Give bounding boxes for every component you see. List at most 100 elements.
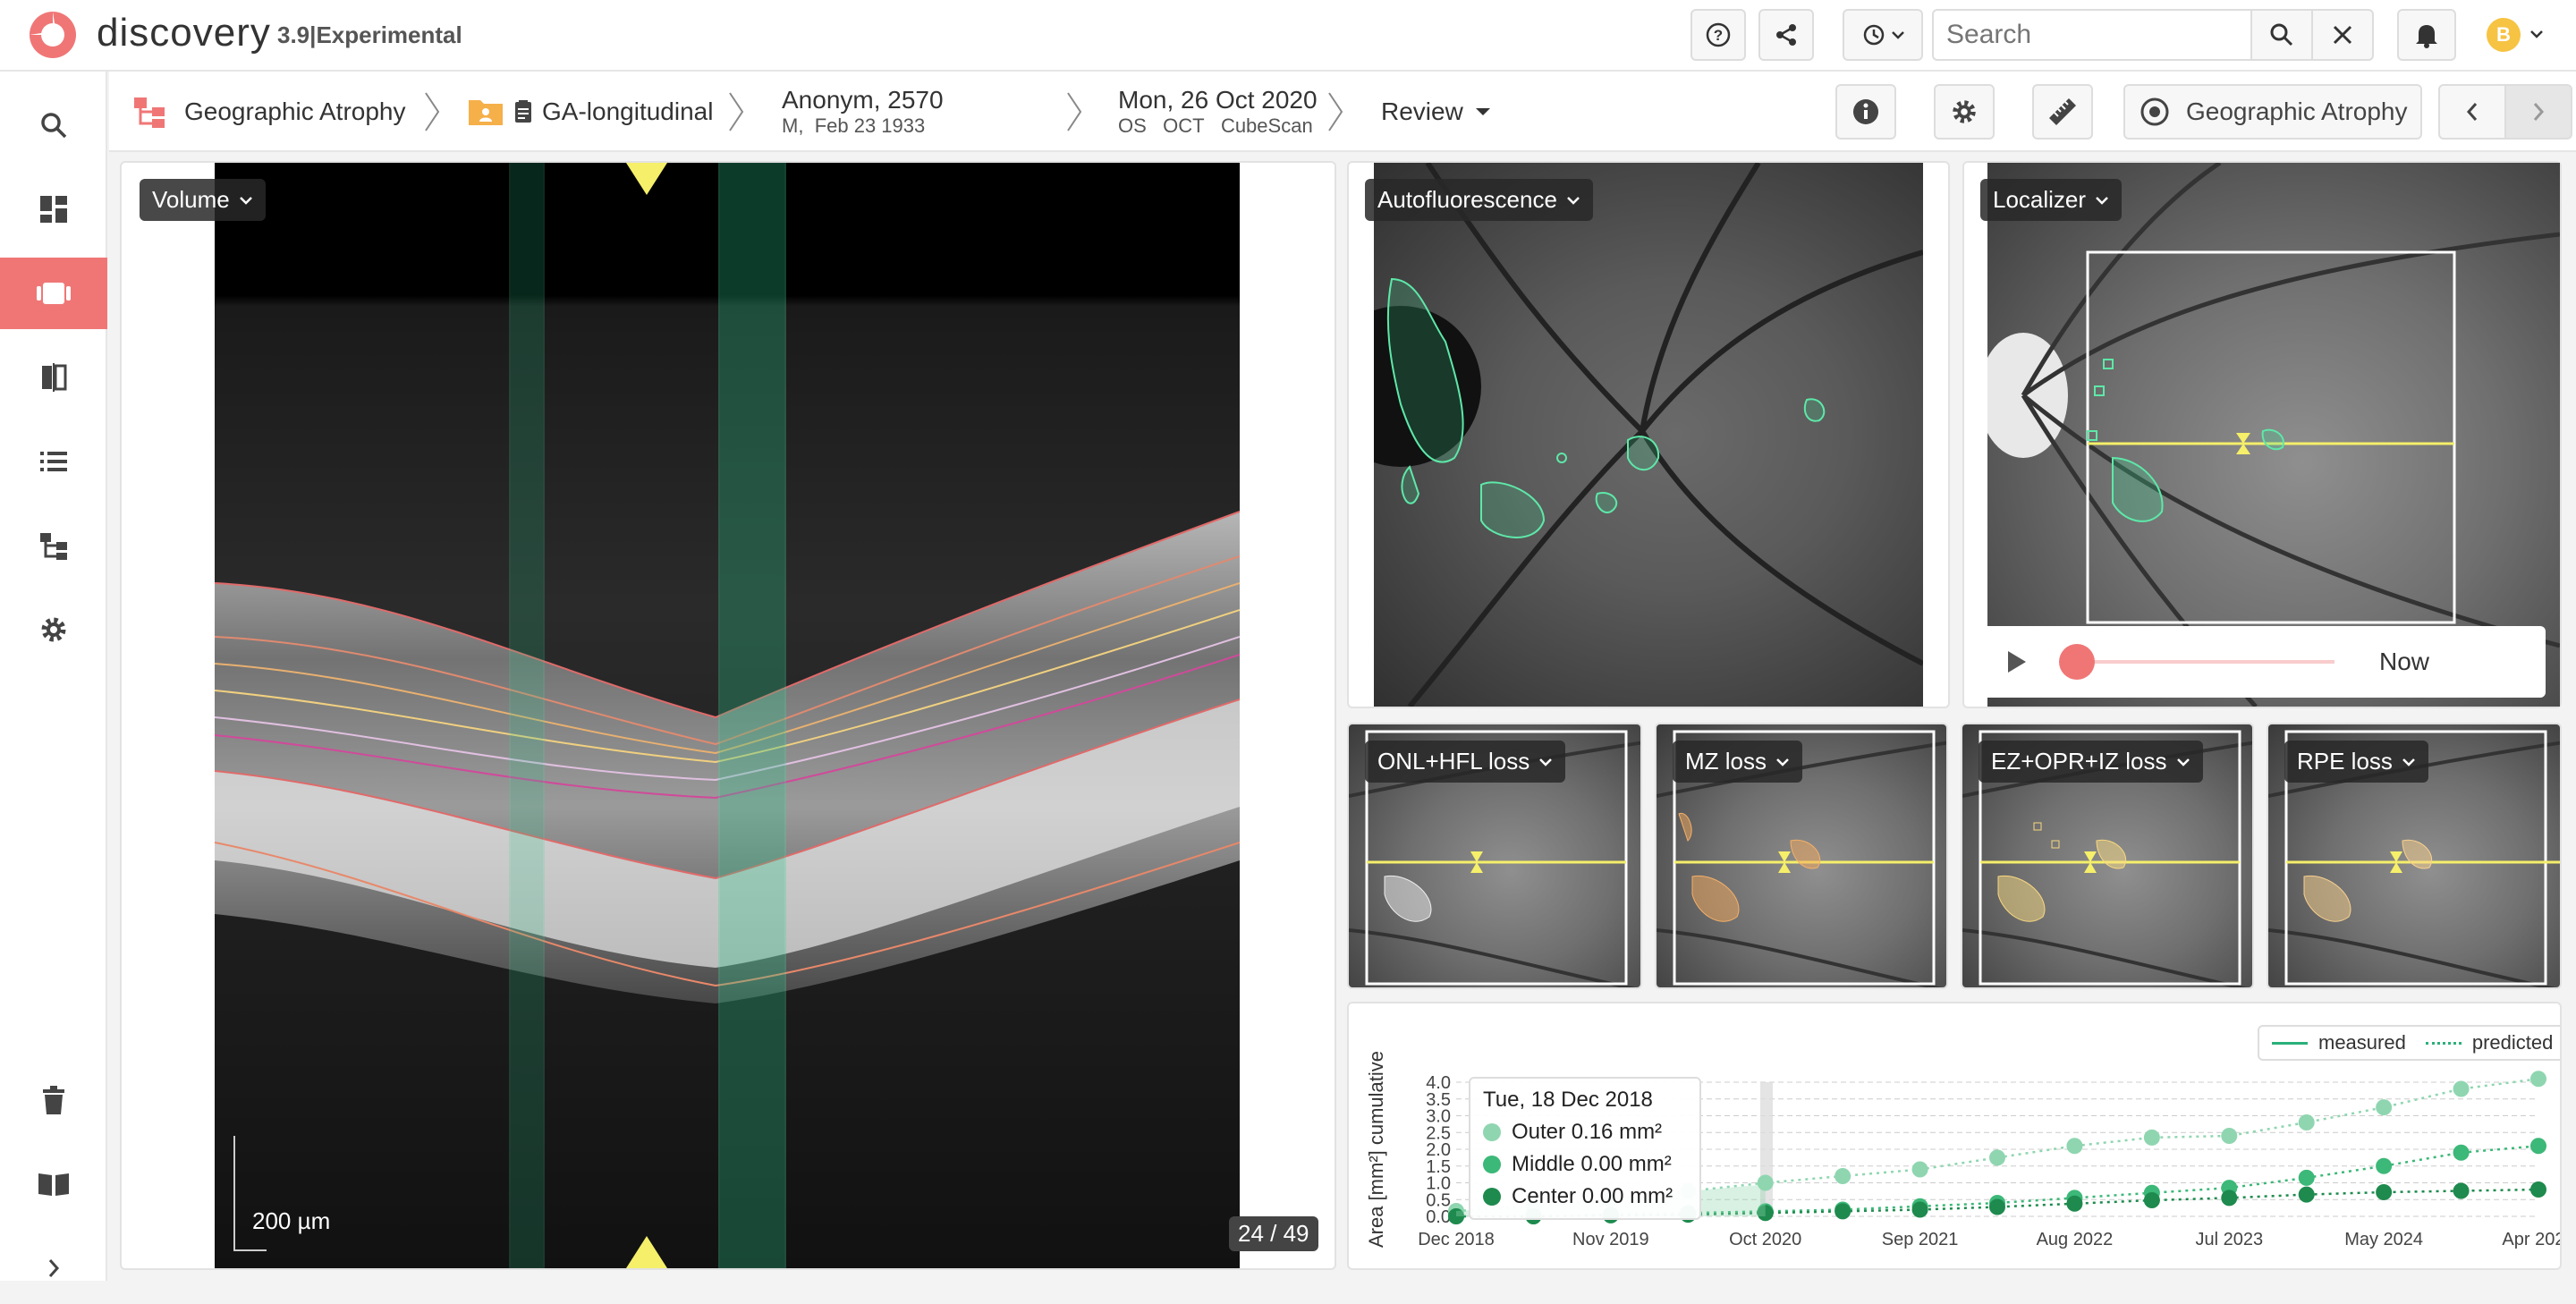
exam-details: OS OCT CubeScan <box>1118 114 1313 138</box>
data-point-center <box>2530 1181 2546 1198</box>
settings-button[interactable] <box>1934 84 1995 140</box>
share-icon <box>1776 24 1796 46</box>
chevron-down-icon <box>1892 31 1904 39</box>
data-point-center <box>2066 1195 2083 1212</box>
exam-date: Mon, 26 Oct 2020 <box>1118 86 1318 114</box>
localizer-image[interactable] <box>1987 163 2560 707</box>
crumb-project[interactable]: Geographic Atrophy <box>132 72 406 152</box>
close-icon <box>2333 25 2352 45</box>
data-point-outer <box>2453 1080 2470 1097</box>
localizer-selector[interactable]: Localizer <box>1980 179 2123 221</box>
patient-details: M, Feb 23 1933 <box>782 114 925 138</box>
localizer-overlay <box>1987 163 2560 707</box>
chevron-down-icon <box>2096 196 2108 205</box>
timeline-handle[interactable] <box>2059 644 2095 680</box>
top-bar: discovery 3.9|Experimental ? B <box>0 0 2576 72</box>
chevron-left-icon <box>2466 103 2478 121</box>
notifications-button[interactable] <box>2397 9 2456 61</box>
oct-bscan-viewer[interactable] <box>215 163 1240 1268</box>
crumb-dataset[interactable]: GA-longitudinal <box>467 72 713 152</box>
svg-text:?: ? <box>1714 27 1723 44</box>
data-point-middle <box>2298 1169 2315 1186</box>
sidebar-item-list[interactable] <box>0 426 107 497</box>
measure-button[interactable] <box>2032 84 2093 140</box>
data-point-outer <box>2376 1099 2393 1116</box>
patient-sex: M, <box>782 114 804 137</box>
data-point-center <box>1989 1198 2005 1215</box>
timeline-player: Now <box>1977 626 2546 698</box>
history-button[interactable] <box>1843 9 1923 61</box>
clear-search-button[interactable] <box>2311 9 2374 61</box>
info-icon <box>1853 99 1878 124</box>
share-button[interactable] <box>1758 9 1814 61</box>
search-input[interactable] <box>1932 9 2252 61</box>
y-tick-label: 2.0 <box>1426 1140 1451 1160</box>
outer-swatch <box>1483 1123 1501 1141</box>
help-button[interactable]: ? <box>1690 9 1746 61</box>
tooltip-middle: Middle 0.00 mm² <box>1512 1152 1672 1176</box>
sidebar-item-settings[interactable] <box>0 594 107 665</box>
previous-button[interactable] <box>2438 84 2506 140</box>
patient-dob: Feb 23 1933 <box>814 114 926 137</box>
tooltip-row-middle: Middle 0.00 mm² <box>1483 1152 1687 1177</box>
legend-predicted-label: predicted <box>2471 1031 2554 1054</box>
thumbnail-mz-selector[interactable]: MZ loss <box>1673 741 1802 783</box>
volume-selector[interactable]: Volume <box>140 179 266 221</box>
compare-icon <box>42 363 67 392</box>
crumb-patient[interactable]: Anonym, 2570 M, Feb 23 1933 <box>782 72 944 152</box>
crumb-exam[interactable]: Mon, 26 Oct 2020 OS OCT CubeScan <box>1118 72 1318 152</box>
play-icon[interactable] <box>2005 649 2029 674</box>
x-tick-label: Apr 2025 <box>2502 1230 2562 1249</box>
y-tick-label: 0.5 <box>1426 1190 1451 1210</box>
hierarchy-icon <box>134 97 165 128</box>
chevron-right-icon <box>425 92 440 131</box>
sidebar-expand-button[interactable] <box>0 1232 107 1304</box>
autofluorescence-selector[interactable]: Autofluorescence <box>1365 179 1593 221</box>
slice-indicator: 24 / 49 <box>1229 1216 1318 1251</box>
chevron-down-icon <box>1567 196 1580 205</box>
thumbnail-ez-opr-iz-selector[interactable]: EZ+OPR+IZ loss <box>1979 741 2203 783</box>
breadcrumb: Geographic Atrophy GA-longitudinal Anony… <box>109 72 2576 152</box>
y-axis-label: Area [mm²] cumulative <box>1365 1051 1387 1248</box>
sidebar-item-viewer[interactable] <box>0 258 107 329</box>
sidebar-item-docs[interactable] <box>0 1148 107 1220</box>
exam-modality: OCT <box>1163 114 1205 137</box>
sidebar-item-trash[interactable] <box>0 1064 107 1136</box>
chevron-down-icon <box>1776 758 1789 766</box>
data-point-center <box>2376 1184 2393 1200</box>
sidebar-item-search[interactable] <box>0 89 107 161</box>
chevron-right-icon <box>2533 103 2545 121</box>
autofluorescence-image[interactable] <box>1374 163 1923 707</box>
info-button[interactable] <box>1835 84 1896 140</box>
tooltip-date: Tue, 18 Dec 2018 <box>1483 1088 1653 1112</box>
chart-legend: measured predicted <box>2258 1025 2560 1061</box>
scale-bar-label: 200 µm <box>252 1207 331 1234</box>
timeline-track[interactable] <box>2075 660 2334 664</box>
data-point-outer <box>2298 1114 2315 1130</box>
thumbnail-onl-hfl-selector[interactable]: ONL+HFL loss <box>1365 741 1566 783</box>
data-point-outer <box>2530 1071 2546 1088</box>
avatar[interactable]: B <box>2487 18 2521 52</box>
mode-dropdown[interactable]: Review <box>1381 72 1492 152</box>
thumbnail-ez-opr-iz-label: EZ+OPR+IZ loss <box>1991 748 2167 775</box>
data-point-outer <box>2221 1128 2238 1144</box>
model-selector-button[interactable]: Geographic Atrophy <box>2123 84 2422 140</box>
data-point-outer <box>2143 1129 2160 1146</box>
thumbnail-mz-label: MZ loss <box>1685 748 1767 775</box>
next-button[interactable] <box>2504 84 2572 140</box>
ruler-icon <box>2049 98 2076 125</box>
autofluorescence-overlay <box>1374 163 1923 707</box>
legend-measured-label: measured <box>2318 1031 2406 1054</box>
thumbnail-rpe-selector[interactable]: RPE loss <box>2284 741 2428 783</box>
tooltip-row-center: Center 0.00 mm² <box>1483 1184 1687 1209</box>
discovery-logo-icon <box>30 12 76 58</box>
y-tick-label: 4.0 <box>1426 1073 1451 1093</box>
chevron-right-icon <box>1328 92 1343 131</box>
sidebar-item-hierarchy[interactable] <box>0 510 107 581</box>
data-point-outer <box>2066 1138 2083 1155</box>
y-tick-label: 1.5 <box>1426 1157 1451 1177</box>
list-icon <box>40 452 67 471</box>
search-button[interactable] <box>2250 9 2313 61</box>
sidebar-item-compare[interactable] <box>0 342 107 413</box>
sidebar-item-dashboard[interactable] <box>0 174 107 245</box>
